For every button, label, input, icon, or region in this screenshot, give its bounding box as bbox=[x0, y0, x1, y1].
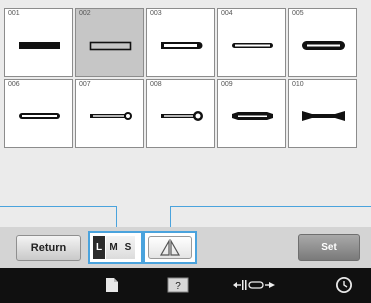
mirror-callout-line bbox=[170, 206, 371, 207]
clock-icon-glyph bbox=[336, 277, 352, 293]
pattern-tile-006[interactable]: 006 bbox=[4, 79, 73, 148]
mirror-icon bbox=[159, 238, 181, 256]
pattern-tile-007[interactable]: 007 bbox=[75, 79, 144, 148]
mirror-button[interactable] bbox=[148, 236, 192, 259]
svg-text:?: ? bbox=[175, 281, 181, 292]
return-button[interactable]: Return bbox=[16, 235, 81, 261]
oval-thin-icon bbox=[19, 113, 60, 119]
bar-filled-icon bbox=[19, 42, 60, 49]
bottom-toolbar: ? bbox=[0, 268, 371, 303]
pattern-area: 001 002 003 004 005 006 007 008 009 010 bbox=[0, 0, 371, 227]
rounded-both-thin-icon bbox=[232, 43, 273, 48]
keyhole-large-icon bbox=[161, 111, 203, 121]
tapered-bar-icon bbox=[232, 112, 273, 120]
pattern-tile-003[interactable]: 003 bbox=[146, 8, 215, 77]
page-icon[interactable] bbox=[100, 272, 124, 298]
set-button[interactable]: Set bbox=[298, 234, 360, 261]
page-icon-glyph bbox=[106, 278, 118, 292]
size-large-button[interactable]: L bbox=[93, 236, 105, 259]
buttonhole-selection-screen: 001 002 003 004 005 006 007 008 009 010 … bbox=[0, 0, 371, 303]
pattern-tile-009[interactable]: 009 bbox=[217, 79, 286, 148]
pattern-tile-008[interactable]: 008 bbox=[146, 79, 215, 148]
size-selector: L M S bbox=[88, 231, 143, 264]
size-small-button[interactable]: S bbox=[121, 236, 135, 259]
clock-icon[interactable] bbox=[332, 272, 356, 298]
rounded-right-icon bbox=[161, 42, 203, 49]
size-callout-line bbox=[0, 206, 116, 207]
bowtie-bar-icon bbox=[302, 111, 345, 121]
width-icon-glyph bbox=[233, 280, 275, 290]
pattern-tile-005[interactable]: 005 bbox=[288, 8, 357, 77]
pattern-tile-010[interactable]: 010 bbox=[288, 79, 357, 148]
bar-outline-icon bbox=[89, 41, 132, 51]
mirror-highlight bbox=[143, 231, 197, 264]
width-icon[interactable] bbox=[232, 272, 276, 298]
pattern-tile-004[interactable]: 004 bbox=[217, 8, 286, 77]
keyhole-small-icon bbox=[90, 112, 132, 120]
pattern-tile-002[interactable]: 002 bbox=[75, 8, 144, 77]
size-medium-button[interactable]: M bbox=[106, 236, 121, 259]
help-icon[interactable]: ? bbox=[166, 272, 190, 298]
help-icon-glyph: ? bbox=[167, 277, 189, 293]
rounded-both-thick-icon bbox=[302, 41, 345, 50]
pattern-tile-001[interactable]: 001 bbox=[4, 8, 73, 77]
